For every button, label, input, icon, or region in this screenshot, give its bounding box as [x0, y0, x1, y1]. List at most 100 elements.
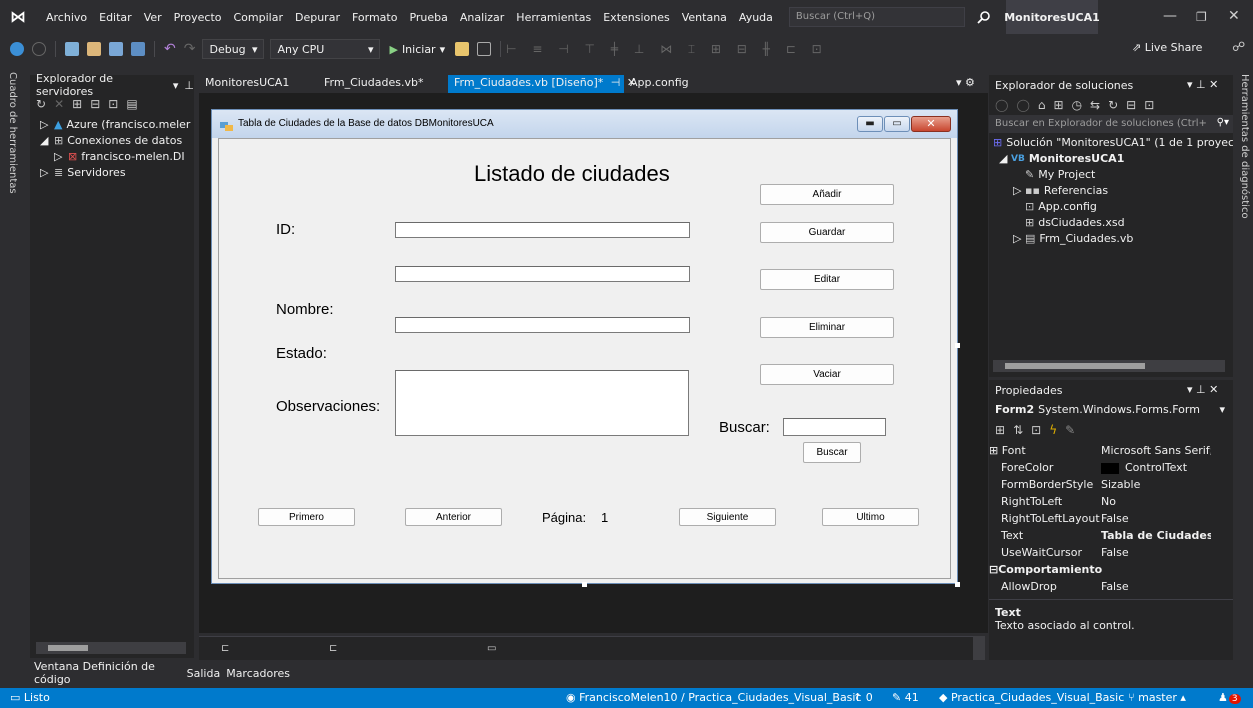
save-icon[interactable]: [109, 42, 123, 56]
horizontal-scrollbar[interactable]: [993, 360, 1225, 372]
maximize-icon[interactable]: ❐: [1196, 10, 1207, 24]
expand-icon[interactable]: ▷: [1013, 183, 1025, 199]
pin-icon[interactable]: ⊥: [184, 79, 194, 92]
open-folder-icon[interactable]: [87, 42, 101, 56]
observaciones-field[interactable]: [395, 370, 689, 436]
menu-analizar[interactable]: Analizar: [454, 11, 510, 24]
properties-icon[interactable]: ▤: [126, 97, 137, 111]
menu-prueba[interactable]: Prueba: [403, 11, 453, 24]
solution-search-input[interactable]: Buscar en Explorador de soluciones (Ctrl…: [989, 115, 1233, 133]
property-row[interactable]: ⊞ Font Microsoft Sans Serif;: [989, 442, 1233, 459]
scrollbar-thumb[interactable]: [1005, 363, 1145, 369]
tab-frm-ciudades-code[interactable]: Frm_Ciudades.vb*: [318, 75, 429, 93]
sync-icon[interactable]: ⇆: [1090, 98, 1100, 112]
component-icon[interactable]: ▭: [487, 643, 496, 654]
menu-compilar[interactable]: Compilar: [228, 11, 289, 24]
collapse-icon[interactable]: ⊟: [989, 563, 998, 576]
tree-item-app-config[interactable]: ⊡ App.config: [993, 199, 1233, 215]
menu-depurar[interactable]: Depurar: [289, 11, 346, 24]
events-icon[interactable]: ϟ: [1049, 423, 1057, 437]
notifications[interactable]: ♟ 3: [1218, 691, 1241, 704]
component-icon[interactable]: ⊏: [329, 643, 337, 654]
feedback-icon[interactable]: ☍: [1232, 40, 1245, 55]
form-minimize-button[interactable]: ▬: [857, 116, 883, 132]
tab-frm-ciudades-design[interactable]: Frm_Ciudades.vb [Diseño]* ⊣ ✕: [448, 75, 636, 93]
primero-button[interactable]: Primero: [258, 508, 355, 526]
buscar-button[interactable]: Buscar: [803, 442, 861, 463]
form-maximize-button[interactable]: ▭: [884, 116, 910, 132]
tree-item-my-project[interactable]: ✎ My Project: [993, 167, 1233, 183]
connect-database-icon[interactable]: ⊞: [72, 97, 82, 111]
hot-reload-icon[interactable]: [455, 42, 470, 56]
resize-handle-corner[interactable]: [955, 582, 960, 587]
object-selector[interactable]: Form2 System.Windows.Forms.Form ▾: [989, 400, 1233, 418]
estado-field[interactable]: [395, 317, 690, 333]
tab-bookmarks[interactable]: Marcadores: [226, 667, 290, 680]
buscar-field[interactable]: [783, 418, 886, 436]
menu-extensiones[interactable]: Extensiones: [597, 11, 676, 24]
stop-icon[interactable]: ✕: [54, 97, 64, 111]
alphabetical-icon[interactable]: ⇅: [1013, 423, 1023, 437]
filter-icon[interactable]: ⊡: [108, 97, 118, 111]
project-status[interactable]: ◆ Practica_Ciudades_Visual_Basic: [939, 691, 1124, 704]
collapse-icon[interactable]: ◢: [40, 133, 54, 149]
back-icon[interactable]: ◯: [995, 98, 1008, 112]
refresh-icon[interactable]: ↻: [36, 97, 46, 111]
siguiente-button[interactable]: Siguiente: [679, 508, 776, 526]
minimize-icon[interactable]: —: [1163, 8, 1177, 24]
expand-icon[interactable]: ▷: [54, 149, 68, 165]
tree-item-solution[interactable]: ⊞ Solución "MonitoresUCA1" (1 de 1 proyec…: [993, 135, 1233, 151]
undo-icon[interactable]: ↶: [164, 41, 176, 57]
scrollbar-thumb[interactable]: [48, 645, 88, 651]
connect-server-icon[interactable]: ⊟: [90, 97, 100, 111]
anterior-button[interactable]: Anterior: [405, 508, 502, 526]
tree-item-references[interactable]: ▷ ▪▪ Referencias: [993, 183, 1233, 199]
menu-proyecto[interactable]: Proyecto: [168, 11, 228, 24]
property-row[interactable]: UseWaitCursor False: [989, 544, 1233, 561]
search-icon[interactable]: [977, 10, 991, 24]
property-pages-icon[interactable]: ✎: [1065, 423, 1075, 437]
form-close-button[interactable]: ✕: [911, 116, 951, 132]
property-row[interactable]: AllowDrop False: [989, 578, 1233, 595]
home-icon[interactable]: ⌂: [1038, 98, 1046, 112]
ultimo-button[interactable]: Ultimo: [822, 508, 919, 526]
tree-item-dataset[interactable]: ⊞ dsCiudades.xsd: [993, 215, 1233, 231]
tree-item-connection[interactable]: ▷ ⊠ francisco-melen.DI: [40, 149, 194, 165]
property-category[interactable]: ⊟ Comportamiento: [989, 561, 1233, 578]
start-button[interactable]: ▶ Iniciar ▾: [389, 43, 445, 56]
panel-options-icon[interactable]: ▾ ⊥ ✕: [1187, 383, 1218, 396]
eliminar-button[interactable]: Eliminar: [760, 317, 894, 338]
component-icon[interactable]: ⊏: [221, 643, 229, 654]
editar-button[interactable]: Editar: [760, 269, 894, 290]
property-row[interactable]: FormBorderStyle Sizable: [989, 476, 1233, 493]
menu-herramientas[interactable]: Herramientas: [510, 11, 597, 24]
refresh-icon[interactable]: ↻: [1108, 98, 1118, 112]
expand-icon[interactable]: ⊞: [989, 444, 1002, 457]
tree-item-azure[interactable]: ▷ ▲ Azure (francisco.meler: [40, 117, 194, 133]
expand-icon[interactable]: ▷: [1013, 231, 1025, 247]
diagnostic-tools-tab[interactable]: Herramientas de diagnóstico: [1239, 74, 1250, 219]
pin-icon[interactable]: ⊣: [611, 76, 621, 89]
tab-overflow-icon[interactable]: ▾ ⚙: [956, 76, 975, 89]
push-count[interactable]: ↑ 0: [853, 691, 873, 704]
changes-count[interactable]: ✎ 41: [892, 691, 919, 704]
property-row[interactable]: RightToLeft No: [989, 493, 1233, 510]
collapse-all-icon[interactable]: ⊟: [1126, 98, 1136, 112]
back-icon[interactable]: [10, 42, 24, 56]
menu-editar[interactable]: Editar: [93, 11, 138, 24]
property-row[interactable]: Text Tabla de Ciudades de: [989, 527, 1233, 544]
id-field[interactable]: [395, 222, 690, 238]
horizontal-scrollbar[interactable]: [36, 642, 186, 654]
save-all-icon[interactable]: [131, 42, 145, 56]
close-icon[interactable]: ✕: [1228, 8, 1240, 24]
property-row[interactable]: RightToLeftLayout False: [989, 510, 1233, 527]
guardar-button[interactable]: Guardar: [760, 222, 894, 243]
tree-item-servers[interactable]: ▷ ≣ Servidores: [40, 165, 194, 181]
tab-monitoresuca1[interactable]: MonitoresUCA1: [199, 75, 295, 93]
tab-app-config[interactable]: App.config: [624, 75, 695, 93]
properties-view-icon[interactable]: ⊡: [1031, 423, 1041, 437]
categorized-icon[interactable]: ⊞: [995, 423, 1005, 437]
chevron-down-icon[interactable]: ▾: [173, 79, 179, 92]
winform-window[interactable]: Tabla de Ciudades de la Base de datos DB…: [211, 109, 958, 584]
tree-item-data-connections[interactable]: ◢ ⊞ Conexiones de datos: [40, 133, 194, 149]
